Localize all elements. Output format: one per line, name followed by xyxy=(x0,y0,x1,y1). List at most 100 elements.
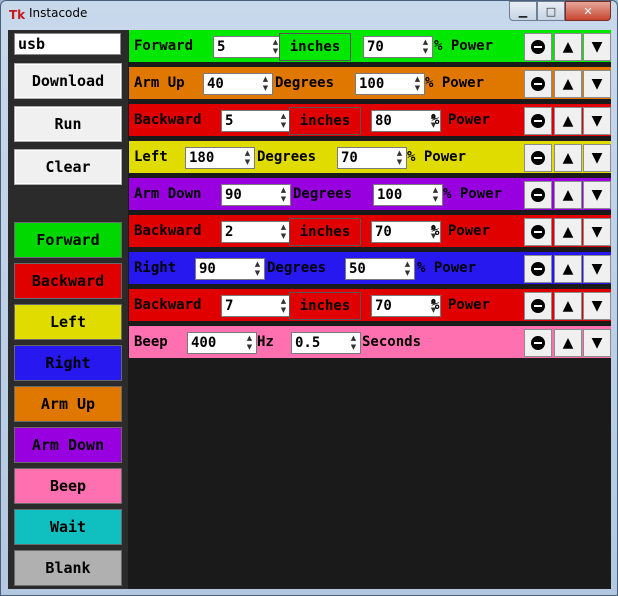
program-row: Right 90 ▲ ▼ Degrees 50 ▲ ▼% Power ▲ ▼ xyxy=(129,252,611,286)
block-right-button[interactable]: Right xyxy=(14,345,122,381)
spin-arrows-icon[interactable]: ▲ ▼ xyxy=(278,186,289,204)
move-down-button[interactable]: ▼ xyxy=(583,292,611,320)
download-button[interactable]: Download xyxy=(14,63,122,99)
power-spinbox[interactable]: 70 ▲ ▼ xyxy=(363,36,433,58)
move-up-button[interactable]: ▲ xyxy=(554,218,582,246)
amount-value: 180 xyxy=(189,150,215,166)
spin-arrows-icon[interactable]: ▲ ▼ xyxy=(278,112,289,130)
block-arm-up-button[interactable]: Arm Up xyxy=(14,386,122,422)
amount-spinbox[interactable]: 90 ▲ ▼ xyxy=(221,184,291,206)
move-up-button[interactable]: ▲ xyxy=(554,70,582,98)
delete-row-button[interactable] xyxy=(524,255,552,283)
move-down-button[interactable]: ▼ xyxy=(583,329,611,357)
delete-row-button[interactable] xyxy=(524,181,552,209)
amount-value: 7 xyxy=(225,298,234,314)
move-down-button[interactable]: ▼ xyxy=(583,255,611,283)
spin-arrows-icon[interactable]: ▲ ▼ xyxy=(260,75,271,93)
spin-arrows-icon[interactable]: ▲ ▼ xyxy=(420,38,431,56)
amount-spinbox[interactable]: 7 ▲ ▼ xyxy=(221,295,291,317)
suffix-label: % Power xyxy=(443,186,503,202)
amount-spinbox[interactable]: 2 ▲ ▼ xyxy=(221,221,291,243)
suffix-label: Seconds xyxy=(362,334,422,350)
clear-button[interactable]: Clear xyxy=(14,149,122,185)
block-left-button[interactable]: Left xyxy=(14,304,122,340)
amount-spinbox[interactable]: 40 ▲ ▼ xyxy=(203,73,273,95)
delete-row-button[interactable] xyxy=(524,329,552,357)
power-spinbox[interactable]: 50 ▲ ▼ xyxy=(345,258,415,280)
spin-arrows-icon[interactable]: ▲ ▼ xyxy=(394,149,405,167)
amount-spinbox[interactable]: 180 ▲ ▼ xyxy=(185,147,255,169)
unit-toggle-button[interactable]: inches xyxy=(289,107,361,135)
move-down-button[interactable]: ▼ xyxy=(583,107,611,135)
move-up-button[interactable]: ▲ xyxy=(554,255,582,283)
delete-row-button[interactable] xyxy=(524,218,552,246)
move-down-button[interactable]: ▼ xyxy=(583,181,611,209)
spin-arrows-icon[interactable]: ▲ ▼ xyxy=(430,186,441,204)
power-value: 0.5 xyxy=(295,335,321,351)
unit-toggle-button[interactable]: inches xyxy=(289,292,361,320)
sidebar: Download Run Clear Forward Backward Left Righ… xyxy=(8,30,128,589)
power-spinbox[interactable]: 100 ▲ ▼ xyxy=(355,73,425,95)
suffix-label: % Power xyxy=(407,149,467,165)
spin-arrows-icon[interactable]: ▲ ▼ xyxy=(412,75,423,93)
window-controls: ▁ □ ✕ xyxy=(509,1,611,21)
remove-icon xyxy=(531,225,545,239)
maximize-button[interactable]: □ xyxy=(537,1,565,21)
move-up-button[interactable]: ▲ xyxy=(554,292,582,320)
amount-spinbox[interactable]: 90 ▲ ▼ xyxy=(195,258,265,280)
power-spinbox[interactable]: 100 ▲ ▼ xyxy=(373,184,443,206)
move-up-button[interactable]: ▲ xyxy=(554,144,582,172)
block-blank-button[interactable]: Blank xyxy=(14,550,122,586)
remove-icon xyxy=(531,114,545,128)
spin-arrows-icon[interactable]: ▲ ▼ xyxy=(402,260,413,278)
remove-icon xyxy=(531,299,545,313)
title-bar[interactable]: Tk Instacode ▁ □ ✕ xyxy=(1,1,617,29)
move-down-button[interactable]: ▼ xyxy=(583,33,611,61)
power-spinbox[interactable]: 0.5 ▲ ▼ xyxy=(291,332,361,354)
delete-row-button[interactable] xyxy=(524,70,552,98)
minimize-button[interactable]: ▁ xyxy=(509,1,537,21)
unit-label: Degrees xyxy=(293,186,353,202)
move-up-button[interactable]: ▲ xyxy=(554,33,582,61)
program-row: Backward 2 ▲ ▼ inches 70 ▲ ▼ % Power ▲ ▼ xyxy=(129,215,611,249)
move-up-button[interactable]: ▲ xyxy=(554,107,582,135)
program-row: Beep 400 ▲ ▼ Hz 0.5 ▲ ▼ Seconds ▲ ▼ xyxy=(129,326,611,360)
spin-arrows-icon[interactable]: ▲ ▼ xyxy=(278,223,289,241)
move-down-button[interactable]: ▼ xyxy=(583,218,611,246)
move-up-button[interactable]: ▲ xyxy=(554,181,582,209)
delete-row-button[interactable] xyxy=(524,33,552,61)
close-button[interactable]: ✕ xyxy=(565,1,611,21)
spin-arrows-icon[interactable]: ▲ ▼ xyxy=(242,149,253,167)
spin-arrows-icon[interactable]: ▲ ▼ xyxy=(252,260,263,278)
unit-toggle-button[interactable]: inches xyxy=(289,218,361,246)
block-arm-down-button[interactable]: Arm Down xyxy=(14,427,122,463)
block-forward-button[interactable]: Forward xyxy=(14,222,122,258)
block-backward-button[interactable]: Backward xyxy=(14,263,122,299)
run-button[interactable]: Run xyxy=(14,106,122,142)
unit-toggle-button[interactable]: inches xyxy=(279,33,351,61)
unit-label: Degrees xyxy=(267,260,327,276)
delete-row-button[interactable] xyxy=(524,144,552,172)
spin-arrows-icon[interactable]: ▲ ▼ xyxy=(348,334,359,352)
move-up-button[interactable]: ▲ xyxy=(554,329,582,357)
amount-value: 5 xyxy=(225,113,234,129)
power-value: 80 xyxy=(375,113,392,129)
move-down-button[interactable]: ▼ xyxy=(583,70,611,98)
spin-arrows-icon[interactable]: ▲ ▼ xyxy=(278,297,289,315)
remove-icon xyxy=(531,188,545,202)
move-down-button[interactable]: ▼ xyxy=(583,144,611,172)
block-beep-button[interactable]: Beep xyxy=(14,468,122,504)
amount-spinbox[interactable]: 5 ▲ ▼ xyxy=(213,36,283,58)
block-wait-button[interactable]: Wait xyxy=(14,509,122,545)
suffix-label: % Power xyxy=(417,260,477,276)
unit-label: Degrees xyxy=(257,149,317,165)
port-input[interactable] xyxy=(14,33,121,55)
spin-arrows-icon[interactable]: ▲ ▼ xyxy=(244,334,255,352)
delete-row-button[interactable] xyxy=(524,292,552,320)
power-spinbox[interactable]: 70 ▲ ▼ xyxy=(337,147,407,169)
amount-spinbox[interactable]: 400 ▲ ▼ xyxy=(187,332,257,354)
amount-value: 90 xyxy=(199,261,216,277)
unit-label: Degrees xyxy=(275,75,335,91)
amount-spinbox[interactable]: 5 ▲ ▼ xyxy=(221,110,291,132)
delete-row-button[interactable] xyxy=(524,107,552,135)
